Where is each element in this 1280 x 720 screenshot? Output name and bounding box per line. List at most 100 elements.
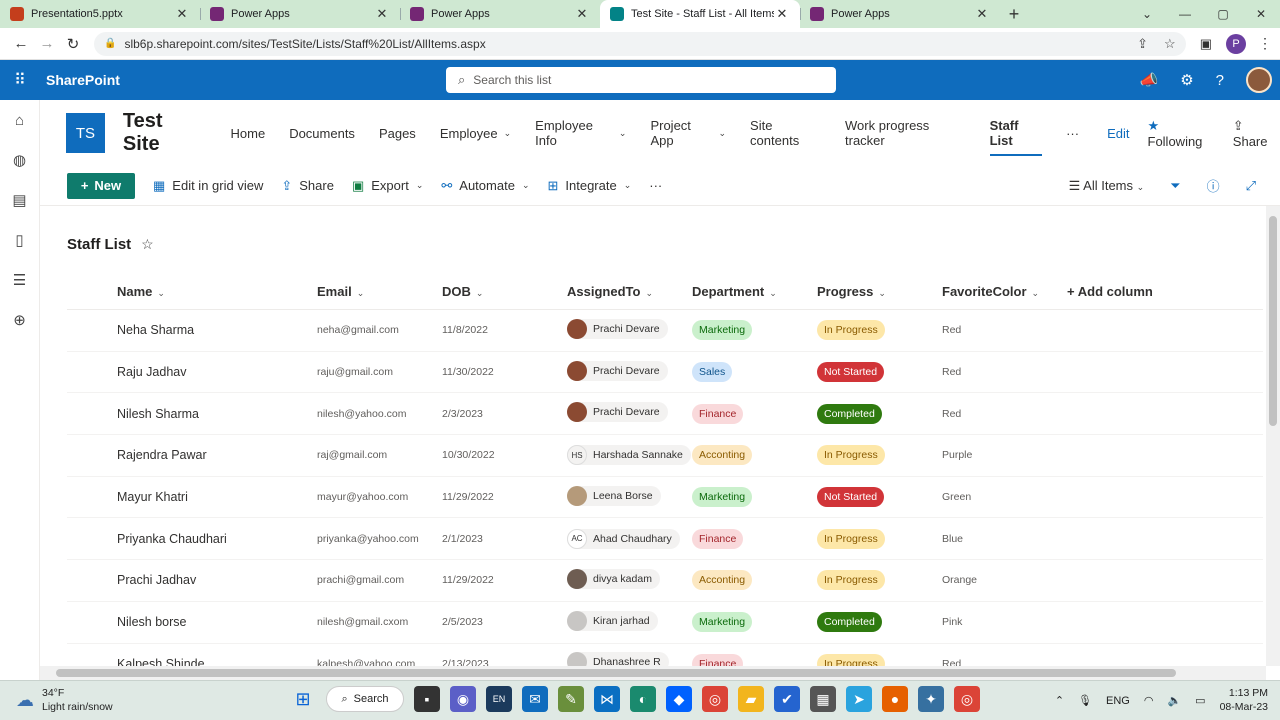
column-header[interactable]: Name ⌄ xyxy=(67,284,317,299)
more-commands-icon[interactable]: ··· xyxy=(649,178,662,193)
news-icon[interactable]: ▤ xyxy=(12,191,26,209)
lists-icon[interactable]: ☰ xyxy=(13,271,26,289)
table-row[interactable]: Neha Sharma neha@gmail.com 11/8/2022 Prachi… xyxy=(67,310,1263,352)
view-selector[interactable]: ☰ All Items ⌄ xyxy=(1069,178,1145,194)
column-header[interactable]: DOB ⌄ xyxy=(442,284,567,299)
tools-icon[interactable]: ✎ xyxy=(558,686,584,712)
nav-item[interactable]: Employee Info ⌄ xyxy=(535,118,626,148)
globe-icon[interactable]: ◍ xyxy=(13,151,26,169)
person-chip[interactable]: divya kadam xyxy=(567,568,660,589)
reload-button[interactable]: ↻ xyxy=(60,31,86,57)
horizontal-scrollbar[interactable] xyxy=(40,666,1266,680)
cell-name[interactable]: Raju Jadhav xyxy=(67,365,317,379)
files-icon[interactable]: ▯ xyxy=(15,231,23,249)
nav-item[interactable]: Site contents xyxy=(750,118,821,148)
new-button[interactable]: + New xyxy=(67,172,135,199)
site-logo[interactable]: TS xyxy=(66,113,105,153)
person-chip[interactable]: Leena Borse xyxy=(567,485,661,506)
volume-icon[interactable]: 🔈 xyxy=(1167,694,1181,707)
language-indicator[interactable]: ENG xyxy=(1106,695,1130,707)
sidebar-toggle-icon[interactable]: ▣ xyxy=(1200,36,1212,52)
edge-icon[interactable]: ◐ xyxy=(630,686,656,712)
tab-close-icon[interactable]: ✕ xyxy=(574,6,590,22)
cell-name[interactable]: Nilesh Sharma xyxy=(67,407,317,421)
tab-close-icon[interactable]: ✕ xyxy=(774,6,790,22)
person-chip[interactable]: HS Harshada Sannake xyxy=(567,445,691,466)
search-input[interactable]: ⌕ Search this list xyxy=(446,67,836,93)
home-icon[interactable]: ⌂ xyxy=(15,112,24,129)
nav-item[interactable]: Pages xyxy=(379,126,416,141)
gear-icon[interactable]: ⚙ xyxy=(1180,71,1193,89)
browser-profile-avatar[interactable]: P xyxy=(1226,33,1246,54)
calculator-icon[interactable]: ▦ xyxy=(810,686,836,712)
table-row[interactable]: Raju Jadhav raju@gmail.com 11/30/2022 Prach… xyxy=(67,352,1263,394)
info-icon[interactable]: ⓘ xyxy=(1207,176,1220,195)
add-column-button[interactable]: + Add column xyxy=(1067,284,1187,299)
browser-tab[interactable]: Power Apps ✕ xyxy=(400,0,600,28)
cell-name[interactable]: Prachi Jadhav xyxy=(67,573,317,587)
column-header[interactable]: AssignedTo ⌄ xyxy=(567,284,692,299)
automate-button[interactable]: ⚯ Automate ⌄ xyxy=(441,178,529,194)
table-row[interactable]: Nilesh Sharma nilesh@yahoo.com 2/3/2023 Pra… xyxy=(67,393,1263,436)
table-row[interactable]: Rajendra Pawar raj@gmail.com 10/30/2022 HS H… xyxy=(67,435,1263,477)
clock[interactable]: 1:13 PM 08-Mar-23 xyxy=(1220,687,1268,714)
tab-close-icon[interactable]: ✕ xyxy=(974,6,990,22)
fullscreen-icon[interactable]: ⤢ xyxy=(1246,178,1256,194)
nav-item[interactable]: Home xyxy=(231,126,266,141)
cell-name[interactable]: Mayur Khatri xyxy=(67,490,317,504)
export-button[interactable]: ▣ Export ⌄ xyxy=(352,178,423,194)
browser-tab[interactable]: Test Site - Staff List - All Items ✕ xyxy=(600,0,800,28)
app-launcher-icon[interactable]: ⠿ xyxy=(0,70,40,90)
column-header[interactable]: Progress ⌄ xyxy=(817,284,942,299)
nav-item[interactable]: Work progress tracker xyxy=(845,118,966,148)
integrate-button[interactable]: ⊞ Integrate ⌄ xyxy=(547,178,631,194)
nav-item[interactable]: Employee ⌄ xyxy=(440,126,511,141)
edit-nav-link[interactable]: Edit xyxy=(1107,126,1129,141)
person-chip[interactable]: Kiran jarhad xyxy=(567,610,658,631)
back-button[interactable]: ← xyxy=(8,31,34,57)
edit-grid-view-button[interactable]: ▦ Edit in grid view xyxy=(153,178,263,194)
tab-close-icon[interactable]: ✕ xyxy=(174,6,190,22)
column-header[interactable]: FavoriteColor ⌄ xyxy=(942,284,1067,299)
cell-name[interactable]: Nilesh borse xyxy=(67,615,317,629)
user-avatar[interactable] xyxy=(1246,67,1272,93)
create-icon[interactable]: ⊕ xyxy=(13,311,26,329)
language-app-icon[interactable]: EN xyxy=(486,686,512,712)
filter-icon[interactable]: ⏷ xyxy=(1170,178,1180,194)
chrome-icon[interactable]: ◎ xyxy=(702,686,728,712)
todo-icon[interactable]: ✔ xyxy=(774,686,800,712)
cell-name[interactable]: Neha Sharma xyxy=(67,323,317,337)
table-row[interactable]: Priyanka Chaudhari priyanka@yahoo.com 2/1/… xyxy=(67,518,1263,561)
browser-menu-icon[interactable]: ⋮ xyxy=(1258,35,1272,52)
browser-tab[interactable]: Power Apps ✕ xyxy=(800,0,1000,28)
chat-icon[interactable]: ◉ xyxy=(450,686,476,712)
table-row[interactable]: Nilesh borse nilesh@gmail.cxom 2/5/2023 Kir… xyxy=(67,602,1263,644)
following-button[interactable]: ★ Following xyxy=(1148,118,1215,149)
site-title[interactable]: Test Site xyxy=(123,110,203,156)
table-row[interactable]: Prachi Jadhav prachi@gmail.com 11/29/2022 d… xyxy=(67,560,1263,602)
share-page-icon[interactable]: ⇪ xyxy=(1137,36,1148,52)
nav-item[interactable]: Project App ⌄ xyxy=(650,118,726,148)
wifi-icon[interactable]: ◠ xyxy=(1144,694,1154,707)
dropbox-icon[interactable]: ◆ xyxy=(666,686,692,712)
browser-tab[interactable]: Power Apps ✕ xyxy=(200,0,400,28)
site-share-button[interactable]: ⇪ Share xyxy=(1233,118,1280,149)
chevron-up-icon[interactable]: ⌃ xyxy=(1055,694,1064,707)
forward-button[interactable]: → xyxy=(34,31,60,57)
vscode-icon[interactable]: ⋈ xyxy=(594,686,620,712)
horizontal-scroll-thumb[interactable] xyxy=(56,669,1176,677)
bookmark-star-icon[interactable]: ☆ xyxy=(1164,36,1176,52)
python-icon[interactable]: ✦ xyxy=(918,686,944,712)
close-window-button[interactable]: ✕ xyxy=(1242,0,1280,28)
file-explorer-icon[interactable]: ▰ xyxy=(738,686,764,712)
help-icon[interactable]: ? xyxy=(1216,72,1224,89)
chrome-profile-icon[interactable]: ◎ xyxy=(954,686,980,712)
cell-name[interactable]: Priyanka Chaudhari xyxy=(67,532,317,546)
taskbar-search[interactable]: ⌕ Search xyxy=(326,686,404,712)
vertical-scroll-thumb[interactable] xyxy=(1269,216,1277,426)
minimize-button[interactable]: — xyxy=(1166,0,1204,28)
person-chip[interactable]: Prachi Devare xyxy=(567,318,668,339)
more-nav-icon[interactable]: ··· xyxy=(1066,126,1079,141)
tab-search-icon[interactable]: ⌄ xyxy=(1128,0,1166,28)
telegram-icon[interactable]: ➤ xyxy=(846,686,872,712)
